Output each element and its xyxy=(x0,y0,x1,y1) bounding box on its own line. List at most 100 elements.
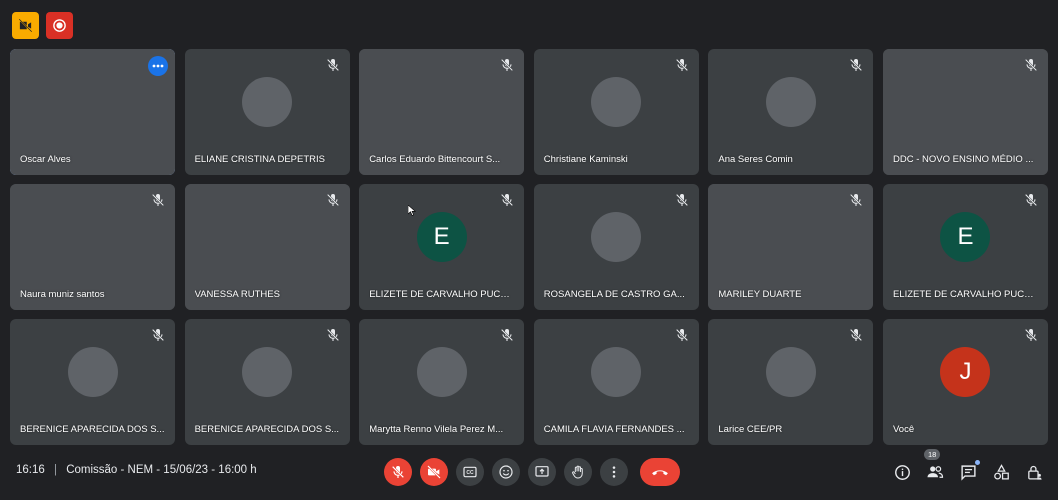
avatar-placeholder xyxy=(765,347,816,397)
participant-name: BERENICE APARECIDA DOS S... xyxy=(194,424,340,435)
avatar-placeholder xyxy=(242,347,293,397)
mic-muted-icon xyxy=(151,193,165,207)
participant-name: ROSANGELA DE CASTRO GA... xyxy=(543,289,685,300)
participant-avatar xyxy=(242,347,293,397)
participant-mic-status xyxy=(325,57,341,73)
present-icon xyxy=(535,466,549,477)
participant-name: Você xyxy=(892,424,915,435)
chat-button[interactable] xyxy=(958,460,980,482)
participant-avatar xyxy=(765,77,816,127)
mic-muted-icon xyxy=(850,328,863,342)
participant-tile[interactable]: E ELIZETE DE CARVALHO PUCH... xyxy=(359,184,525,310)
participant-tile[interactable]: Oscar Alves xyxy=(10,49,175,175)
participant-avatar xyxy=(67,347,118,397)
participant-tile[interactable]: Carlos Eduardo Bittencourt S... xyxy=(359,49,525,175)
info-icon xyxy=(894,464,910,480)
emoji-icon xyxy=(499,465,513,479)
hand-icon xyxy=(572,465,583,479)
call-controls: CC xyxy=(384,458,680,486)
meeting-details-button[interactable] xyxy=(892,462,912,482)
avatar-placeholder xyxy=(242,77,293,127)
mic-muted-icon xyxy=(326,58,339,72)
camera-toggle-button[interactable] xyxy=(420,458,448,486)
lock-person-icon xyxy=(1027,465,1042,480)
avatar-placeholder xyxy=(591,347,642,397)
phone-hangup-icon xyxy=(652,470,668,476)
participant-name: Marytta Renno Vilela Perez M... xyxy=(369,424,504,435)
participant-mic-status xyxy=(499,57,515,73)
raise-hand-button[interactable] xyxy=(564,458,592,486)
participant-tile[interactable]: CAMILA FLAVIA FERNANDES ... xyxy=(533,319,699,445)
chat-notification-dot xyxy=(975,460,980,465)
people-button[interactable]: 18 xyxy=(924,449,945,482)
captions-icon: CC xyxy=(463,466,477,478)
mic-muted-icon xyxy=(501,193,514,207)
participant-tile[interactable]: J Você xyxy=(882,319,1048,445)
mic-muted-icon xyxy=(1024,58,1038,72)
avatar-placeholder xyxy=(67,347,118,397)
mic-off-icon xyxy=(391,465,405,479)
recording-indicator[interactable] xyxy=(46,12,73,39)
participant-tile[interactable]: VANESSA RUTHES xyxy=(184,184,350,310)
chat-icon xyxy=(960,464,976,481)
participant-mic-status xyxy=(499,192,515,208)
video-off-icon xyxy=(18,18,33,33)
participant-tile[interactable]: BERENICE APARECIDA DOS S... xyxy=(184,319,350,445)
avatar-placeholder xyxy=(591,212,642,262)
participant-tile[interactable]: Naura muniz santos xyxy=(10,184,175,310)
participant-name: BERENICE APARECIDA DOS S... xyxy=(20,424,165,435)
people-icon xyxy=(927,466,944,478)
participant-mic-status xyxy=(1023,327,1039,343)
participant-tile[interactable]: Ana Seres Comin xyxy=(708,49,874,175)
participant-mic-status xyxy=(325,327,341,343)
participant-avatar xyxy=(591,212,642,262)
participant-mic-status xyxy=(674,192,690,208)
participant-tile[interactable]: E ELIZETE DE CARVALHO PUCH... xyxy=(882,184,1048,310)
video-off-indicator[interactable] xyxy=(12,12,39,39)
participant-name: Christiane Kaminski xyxy=(543,154,628,165)
more-options-button[interactable] xyxy=(600,458,628,486)
participant-options-button[interactable] xyxy=(148,56,168,76)
captions-button[interactable]: CC xyxy=(456,458,484,486)
meeting-title: Comissão - NEM - 15/06/23 - 16:00 h xyxy=(66,464,257,476)
svg-text:CC: CC xyxy=(466,470,474,476)
participant-name: ELIZETE DE CARVALHO PUCH... xyxy=(892,289,1038,300)
mic-muted-icon xyxy=(675,58,688,72)
participant-name: CAMILA FLAVIA FERNANDES ... xyxy=(543,424,685,435)
mic-toggle-button[interactable] xyxy=(384,458,412,486)
leave-call-button[interactable] xyxy=(640,458,680,486)
participant-count-badge: 18 xyxy=(924,449,941,460)
participant-mic-status xyxy=(325,192,341,208)
mic-muted-icon xyxy=(501,328,514,342)
participant-tile[interactable]: ROSANGELA DE CASTRO GA... xyxy=(533,184,699,310)
mic-muted-icon xyxy=(850,58,863,72)
participant-tile[interactable]: ELIANE CRISTINA DEPETRIS xyxy=(184,49,350,175)
mic-muted-icon xyxy=(1024,328,1038,342)
avatar-placeholder xyxy=(416,347,467,397)
participant-name: VANESSA RUTHES xyxy=(194,289,280,300)
meeting-status-badges xyxy=(12,12,73,39)
participant-tile[interactable]: Larice CEE/PR xyxy=(708,319,874,445)
participant-tile[interactable]: DDC - NOVO ENSINO MÉDIO ... xyxy=(882,49,1048,175)
participant-name: Larice CEE/PR xyxy=(718,424,783,435)
host-controls-button[interactable] xyxy=(1024,462,1044,482)
bottom-control-bar: 16:16 | Comissão - NEM - 15/06/23 - 16:0… xyxy=(0,449,1058,500)
participant-mic-status xyxy=(150,192,166,208)
meeting-info-separator: | xyxy=(53,464,57,476)
participant-name: DDC - NOVO ENSINO MÉDIO ... xyxy=(892,154,1034,165)
meeting-info: 16:16 | Comissão - NEM - 15/06/23 - 16:0… xyxy=(16,464,257,476)
participant-tile[interactable]: MARILEY DUARTE xyxy=(708,184,874,310)
participant-tile[interactable]: BERENICE APARECIDA DOS S... xyxy=(10,319,175,445)
reactions-button[interactable] xyxy=(492,458,520,486)
participant-initial-avatar: E xyxy=(940,212,991,262)
participant-name: Naura muniz santos xyxy=(20,289,105,300)
participant-tile[interactable]: Christiane Kaminski xyxy=(533,49,699,175)
participant-grid: Oscar Alves ELIANE CRISTINA DEPETRIS Carlo… xyxy=(10,49,1048,445)
participant-name: ELIZETE DE CARVALHO PUCH... xyxy=(369,289,515,300)
participant-tile[interactable]: Marytta Renno Vilela Perez M... xyxy=(359,319,525,445)
participant-avatar xyxy=(242,77,293,127)
present-button[interactable] xyxy=(528,458,556,486)
meeting-time: 16:16 xyxy=(16,464,45,476)
activities-button[interactable] xyxy=(991,462,1011,482)
participant-mic-status xyxy=(674,57,690,73)
